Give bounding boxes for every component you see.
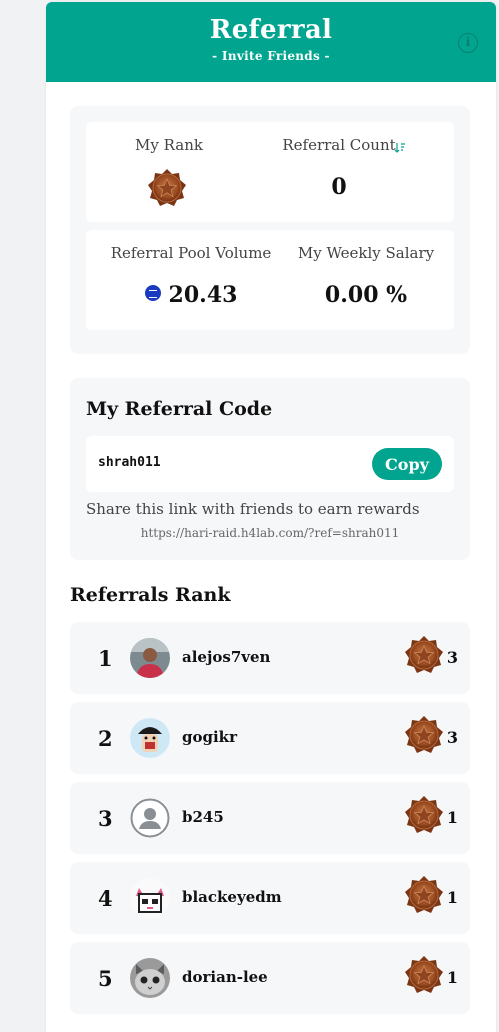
referral-code-box: shrah011 Copy (86, 436, 454, 492)
rank-row[interactable]: 3 b245 1 (70, 782, 470, 854)
pool-volume-value: 20.43 (98, 282, 284, 308)
rank-count: 1 (446, 888, 458, 907)
rank-row[interactable]: 5 dorian-lee 1 (70, 942, 470, 1014)
rank-username[interactable]: blackeyedm (182, 888, 282, 906)
rank-row[interactable]: 2 gogikr 3 (70, 702, 470, 774)
pool-salary-box: Referral Pool Volume 20.43 My Weekly Sal… (86, 230, 454, 330)
share-text: Share this link with friends to earn rew… (86, 500, 420, 518)
avatar (130, 638, 170, 678)
rank-count: 3 (446, 648, 458, 667)
my-rank-label: My Rank (135, 136, 203, 154)
referral-code-value[interactable]: shrah011 (98, 455, 161, 470)
rank-number: 4 (98, 886, 113, 911)
referral-count-label: Referral Count (282, 136, 396, 154)
bronze-medal-icon (404, 635, 444, 675)
share-link[interactable]: https://hari-raid.h4lab.com/?ref=shrah01… (70, 526, 470, 540)
rank-username[interactable]: b245 (182, 808, 224, 826)
referral-count-value: 0 (331, 174, 347, 200)
rank-row[interactable]: 1 alejos7ven 3 (70, 622, 470, 694)
sort-icon[interactable] (394, 142, 406, 154)
copy-button[interactable]: Copy (372, 448, 442, 480)
page-title: Referral (209, 15, 333, 45)
pool-volume-label: Referral Pool Volume (110, 244, 272, 262)
rank-number: 5 (98, 966, 113, 991)
pool-volume-amount: 20.43 (168, 282, 238, 308)
bronze-medal-icon (404, 795, 444, 835)
rank-number: 2 (98, 726, 113, 751)
referral-panel: Referral - Invite Friends - i My Rank Re… (46, 2, 496, 1032)
bronze-medal-icon (404, 715, 444, 755)
page-subtitle: - Invite Friends - (212, 49, 330, 63)
weekly-salary-value: 0.00 % (324, 282, 408, 308)
rank-username[interactable]: dorian-lee (182, 968, 268, 986)
info-circle-icon[interactable]: i (458, 33, 478, 53)
rank-count-box: My Rank Referral Count 0 (86, 122, 454, 222)
rank-username[interactable]: alejos7ven (182, 648, 270, 666)
default-avatar-icon (130, 798, 170, 838)
referral-code-title: My Referral Code (86, 398, 273, 420)
rank-row[interactable]: 4 blackeyedm 1 (70, 862, 470, 934)
rank-count: 1 (446, 808, 458, 827)
avatar (130, 878, 170, 918)
weekly-salary-label: My Weekly Salary (297, 244, 435, 262)
rank-number: 3 (98, 806, 113, 831)
header: Referral - Invite Friends - i (46, 2, 496, 82)
bronze-medal-icon (404, 955, 444, 995)
rank-count: 3 (446, 728, 458, 747)
rank-username[interactable]: gogikr (182, 728, 237, 746)
referrals-rank-title: Referrals Rank (70, 584, 231, 606)
bronze-medal-icon (404, 875, 444, 915)
avatar (130, 718, 170, 758)
steem-coin-icon (144, 285, 161, 301)
bronze-medal-icon (147, 168, 187, 208)
rank-number: 1 (98, 646, 113, 671)
referral-code-card: My Referral Code shrah011 Copy Share thi… (70, 378, 470, 560)
rank-count: 1 (446, 968, 458, 987)
stats-card: My Rank Referral Count 0 Referral Pool V… (70, 106, 470, 354)
avatar (130, 958, 170, 998)
